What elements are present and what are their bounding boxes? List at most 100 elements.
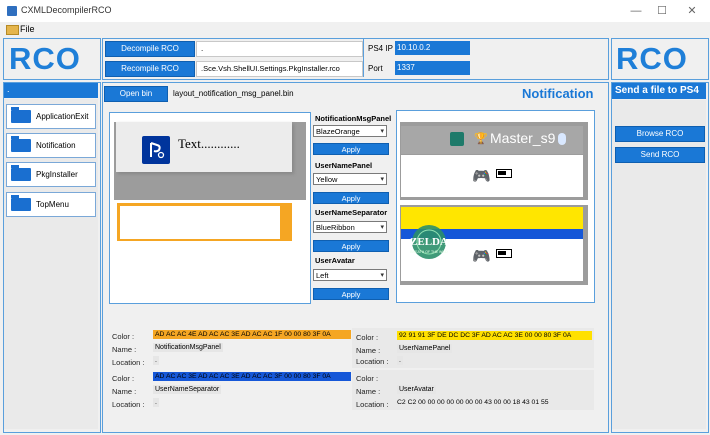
usernamepanel-select[interactable]: Yellow ▾	[313, 173, 387, 185]
info-block-usernameseparator: Color : Name : Location : AD AC AC 3E AD…	[108, 370, 352, 410]
sidebar-item-applicationexit[interactable]: ApplicationExit	[6, 104, 96, 129]
select-value: Left	[316, 271, 329, 280]
chevron-down-icon: ▾	[380, 224, 384, 231]
notificationmsgpanel-select[interactable]: BlazeOrange ▾	[313, 125, 387, 137]
network-icon	[558, 133, 566, 145]
sidebar-item-label: PkgInstaller	[36, 170, 78, 179]
section-title: Notification	[522, 86, 594, 101]
location-value: .	[153, 398, 159, 407]
decompile-path-value: .	[201, 44, 204, 53]
minimize-button[interactable]: —	[626, 3, 646, 19]
bin-file-name: layout_notification_msg_panel.bin	[173, 89, 294, 98]
decompile-path-field[interactable]: .	[196, 41, 363, 57]
folder-icon	[11, 107, 31, 123]
ps4-ip-label: PS4 IP	[368, 44, 393, 53]
location-value: .	[153, 356, 159, 365]
sidebar-header-label: .	[7, 84, 10, 94]
sidebar-header: .	[4, 83, 98, 98]
rco-logo-left: RCO	[9, 41, 81, 76]
location-value: .	[397, 356, 403, 365]
preview-text: Text............	[178, 136, 240, 151]
useravatar-select[interactable]: Left ▾	[313, 269, 387, 281]
color-label: Color :	[112, 374, 135, 383]
battery-level	[498, 171, 506, 175]
chevron-down-icon: ▾	[380, 176, 384, 183]
name-value: UserNameSeparator	[153, 385, 222, 394]
msg-panel-inner	[120, 206, 280, 239]
select-value: BlueRibbon	[316, 223, 355, 232]
location-label: Location :	[356, 400, 389, 409]
usernameseparator-select[interactable]: BlueRibbon ▾	[313, 221, 387, 233]
control-label-useravatar: UserAvatar	[315, 256, 355, 265]
sidebar-item-notification[interactable]: Notification	[6, 133, 96, 158]
game-logo-subtitle: BREATH OF THE WILD	[410, 250, 448, 254]
toolbar-divider	[363, 39, 364, 77]
chevron-down-icon: ▾	[380, 128, 384, 135]
game-logo: ZELDA BREATH OF THE WILD	[404, 222, 454, 262]
apply-notificationmsgpanel-button[interactable]: Apply	[313, 143, 389, 155]
info-block-notificationmsgpanel: Color : Name : Location : AD AC AC 4E AD…	[108, 328, 352, 368]
color-hex-value: 92 91 91 3F DE DC DC 3F AD AC AC 3E 00 0…	[397, 331, 592, 340]
sidebar-item-topmenu[interactable]: TopMenu	[6, 192, 96, 217]
name-label: Name :	[112, 345, 137, 354]
color-label: Color :	[112, 332, 135, 341]
recompile-button[interactable]: Recompile RCO	[105, 61, 195, 77]
color-label: Color :	[356, 374, 379, 383]
sidebar-item-pkginstaller[interactable]: PkgInstaller	[6, 162, 96, 187]
name-label: Name :	[112, 387, 137, 396]
sidebar-item-label: ApplicationExit	[36, 112, 89, 121]
name-value: UserAvatar	[397, 385, 436, 394]
playstation-icon	[142, 136, 170, 164]
recompile-path-field[interactable]: .Sce.Vsh.ShellUI.Settings.PkgInstaller.r…	[196, 61, 363, 77]
battery-icon	[496, 249, 512, 258]
send-rco-button[interactable]: Send RCO	[615, 147, 705, 163]
port-label: Port	[368, 64, 383, 73]
window-title: CXMLDecompilerRCO	[21, 5, 112, 15]
menu-file[interactable]: File	[20, 24, 35, 34]
maximize-button[interactable]: ☐	[652, 3, 672, 19]
name-label: Name :	[356, 346, 381, 355]
control-label-usernameseparator: UserNameSeparator	[315, 208, 388, 217]
folder-icon	[11, 165, 31, 181]
battery-level	[498, 251, 506, 255]
send-file-title: Send a file to PS4	[615, 85, 699, 96]
user-name: Master_s9	[490, 130, 556, 146]
browse-rco-button[interactable]: Browse RCO	[615, 126, 705, 142]
apply-usernameseparator-button[interactable]: Apply	[313, 240, 389, 252]
color-hex-value: AD AC AC 3E AD AC AC 3E AD AC AC 3F 00 0…	[153, 372, 351, 381]
control-label-notificationmsgpanel: NotificationMsgPanel	[315, 114, 392, 123]
close-button[interactable]: ✕	[682, 3, 702, 19]
controller-icon: 🎮	[472, 168, 491, 185]
location-label: Location :	[112, 400, 145, 409]
app-icon	[7, 6, 17, 16]
menu-bar	[0, 22, 710, 36]
game-logo-title: ZELDA	[410, 236, 448, 248]
name-label: Name :	[356, 387, 381, 396]
apply-useravatar-button[interactable]: Apply	[313, 288, 389, 300]
recompile-path-value: .Sce.Vsh.ShellUI.Settings.PkgInstaller.r…	[201, 64, 340, 73]
folder-icon	[6, 25, 19, 35]
open-bin-button[interactable]: Open bin	[104, 86, 168, 102]
sidebar-item-label: TopMenu	[36, 200, 69, 209]
name-value: NotificationMsgPanel	[153, 343, 223, 352]
battery-icon	[496, 169, 512, 178]
controller-icon: 🎮	[472, 248, 491, 265]
control-label-usernamepanel: UserNamePanel	[315, 161, 373, 170]
port-input[interactable]: 1337	[395, 61, 470, 75]
chevron-down-icon: ▾	[380, 272, 384, 279]
info-block-usernamepanel: Color : Name : Location : 92 91 91 3F DE…	[352, 328, 594, 368]
name-value: UserNamePanel	[397, 344, 453, 353]
folder-icon	[11, 195, 31, 211]
apply-usernamepanel-button[interactable]: Apply	[313, 192, 389, 204]
color-hex-value: AD AC AC 4E AD AC AC 3E AD AC AC 1F 00 0…	[153, 330, 351, 339]
ps4-ip-input[interactable]: 10.10.0.2	[395, 41, 470, 55]
trophy-icon: 🏆	[474, 133, 488, 145]
avatar-icon	[450, 132, 464, 146]
folder-icon	[11, 136, 31, 152]
rco-logo-right: RCO	[616, 41, 688, 76]
location-label: Location :	[356, 357, 389, 366]
decompile-button[interactable]: Decompile RCO	[105, 41, 195, 57]
user-panel-body	[401, 155, 583, 197]
location-label: Location :	[112, 358, 145, 367]
location-value: C2 C2 00 00 00 00 00 00 00 43 00 00 18 4…	[397, 399, 549, 406]
